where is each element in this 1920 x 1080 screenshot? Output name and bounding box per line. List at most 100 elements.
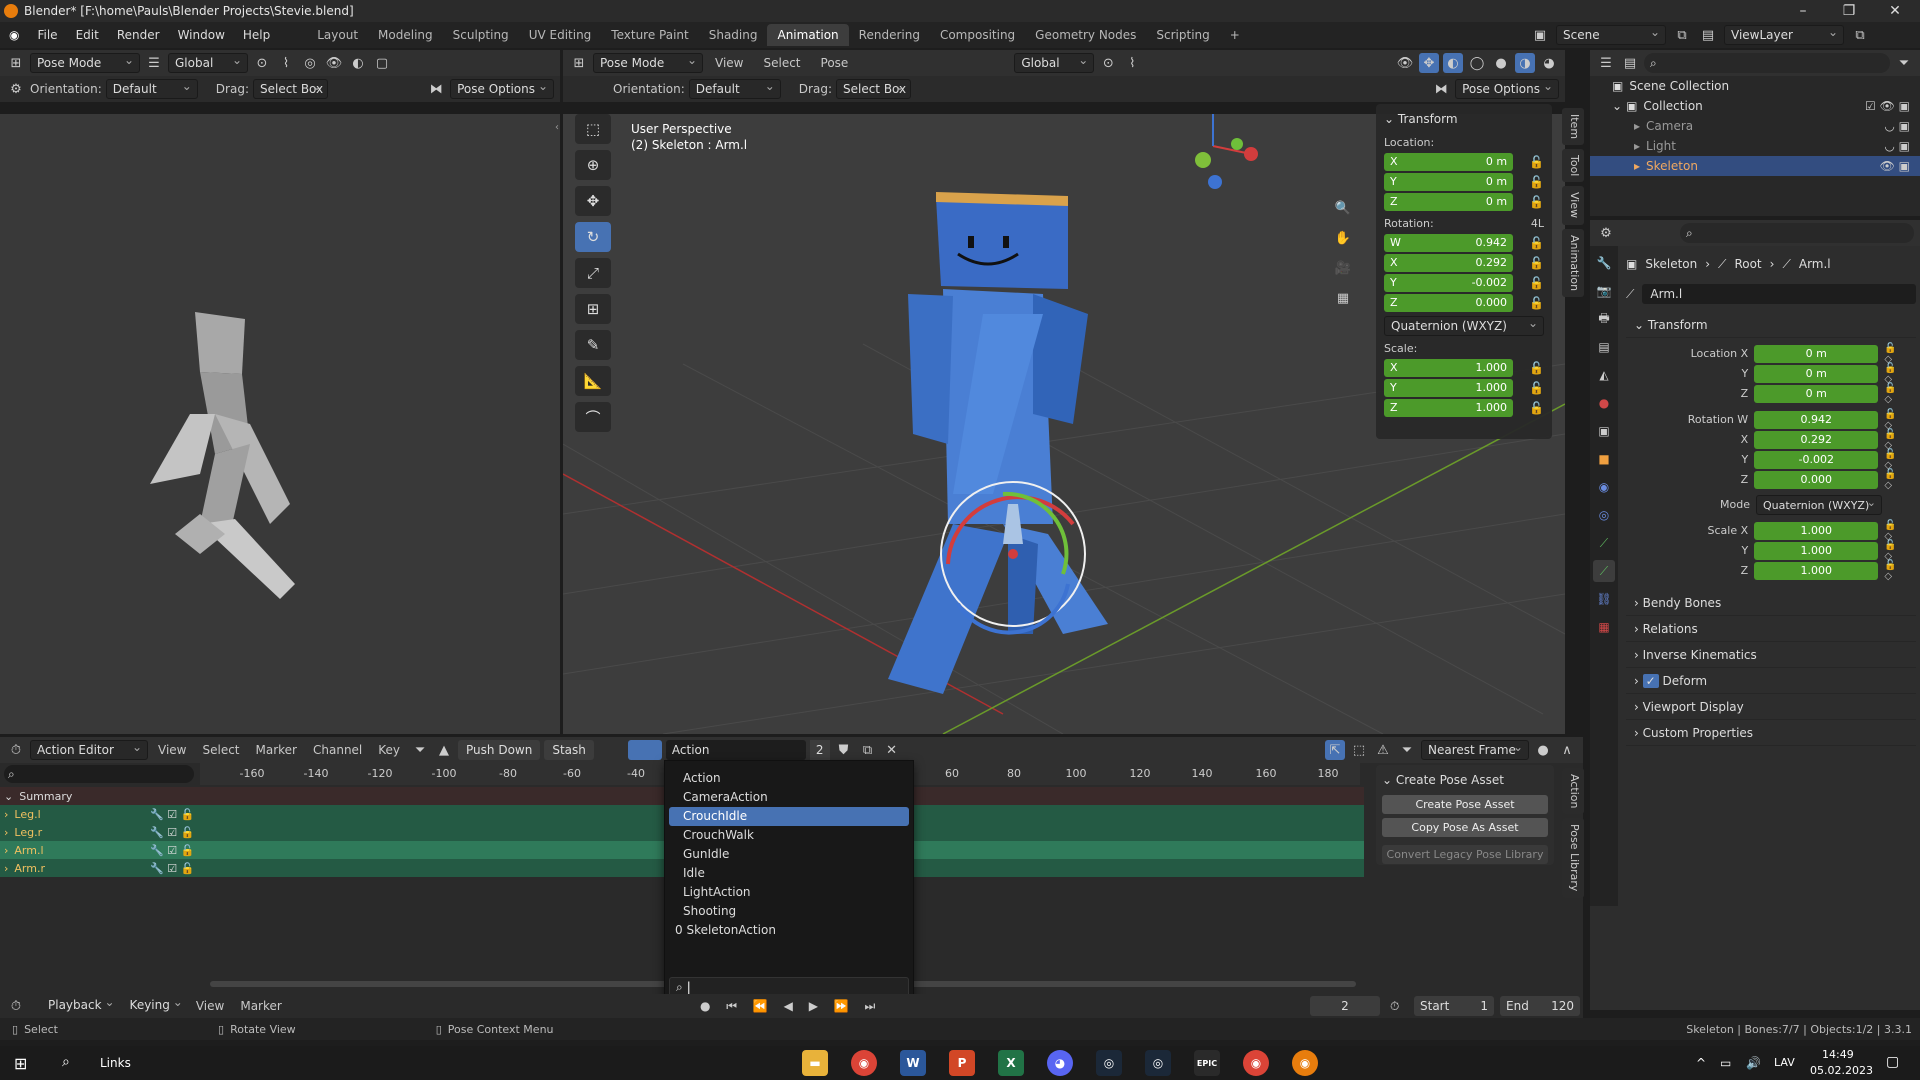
push-down-button[interactable]: Push Down (458, 740, 541, 760)
action-item-crouchwalk[interactable]: CrouchWalk (669, 826, 909, 845)
powerpoint-icon[interactable]: P (949, 1050, 975, 1076)
section-custom-properties[interactable]: › Custom Properties (1626, 720, 1916, 746)
scene-tab-icon[interactable]: ◭ (1593, 364, 1615, 386)
bone-name-field[interactable]: Arm.l (1642, 284, 1916, 304)
action-item-cameraaction[interactable]: CameraAction (669, 788, 909, 807)
ae-menu-channel[interactable]: Channel (307, 743, 368, 757)
viewport-transform-dropdown[interactable]: Global (1014, 51, 1095, 73)
ae-menu-key[interactable]: Key (372, 743, 406, 757)
section-deform[interactable]: › ✓ Deform (1626, 668, 1916, 694)
prop-rotation-x[interactable]: 0.292 (1754, 430, 1879, 449)
left-pose-options[interactable]: Pose Options (450, 77, 554, 99)
ae-menu-select[interactable]: Select (196, 743, 245, 757)
outliner-item-light[interactable]: ▸ Light ◡ ▣ (1590, 136, 1920, 156)
snap-icon[interactable]: ⌇ (276, 53, 296, 73)
key-up-icon[interactable]: ▲ (434, 740, 454, 760)
prop-rotation-mode[interactable]: Quaternion (WXYZ) (1756, 493, 1882, 515)
timeline-menu-view[interactable]: View (188, 999, 232, 1013)
new-scene-icon[interactable]: ⧉ (1672, 25, 1692, 45)
prop-rotation-z[interactable]: 0.000 (1754, 470, 1879, 489)
left-drag-dropdown[interactable]: Select Box (252, 77, 328, 99)
output-tab-icon[interactable]: 🖶 (1593, 308, 1615, 330)
chrome-icon[interactable]: ◉ (1243, 1050, 1269, 1076)
network-icon[interactable]: ▭ (1720, 1056, 1731, 1070)
prop-scale-x[interactable]: 1.000 (1754, 521, 1879, 540)
tab-sculpting[interactable]: Sculpting (443, 24, 519, 46)
location-z-field[interactable]: Z0 m (1384, 192, 1514, 211)
editor-type-icon[interactable]: ⏱ (6, 740, 26, 760)
ae-menu-view[interactable]: View (152, 743, 192, 757)
filter-icon[interactable]: ⏷ (410, 740, 430, 760)
steam-icon[interactable]: ◎ (1145, 1050, 1171, 1076)
clock-time[interactable]: 14:49 (1822, 1048, 1854, 1061)
menu-file[interactable]: File (28, 22, 66, 48)
stopwatch-icon[interactable]: ⏱ (1390, 999, 1399, 1014)
object-tab-icon[interactable]: ■ (1593, 448, 1615, 470)
lock-icon[interactable]: 🔓 (1529, 256, 1544, 270)
rotation-y-field[interactable]: Y -0.002 (1384, 273, 1514, 292)
location-y-field[interactable]: Y0 m (1384, 172, 1514, 191)
minimize-icon[interactable]: – (1780, 0, 1826, 22)
deform-checkbox[interactable]: ✓ (1642, 674, 1659, 688)
display-mode-icon[interactable]: ▤ (1620, 53, 1640, 73)
viewport-orientation-dropdown[interactable]: Default (688, 77, 781, 99)
proportional-icon[interactable]: ◎ (300, 53, 320, 73)
tab-layout[interactable]: Layout (307, 24, 368, 46)
view-layer-selector[interactable]: ViewLayer (1724, 23, 1844, 45)
lock-icon[interactable]: 🔓 (1529, 296, 1544, 310)
visibility-icon[interactable]: 👁 (324, 53, 344, 73)
restore-icon[interactable]: ❐ (1826, 0, 1872, 22)
prop-rotation-w[interactable]: 0.942 (1754, 410, 1879, 429)
only-errors-icon[interactable]: ⚠ (1373, 740, 1393, 760)
editor-type-icon[interactable]: ⊞ (569, 53, 589, 73)
cursor-icon[interactable]: ⊕ (575, 150, 611, 180)
world-tab-icon[interactable]: ● (1593, 392, 1615, 414)
lock-icon[interactable]: 🔓 (1529, 175, 1544, 189)
left-mode-dropdown[interactable]: Pose Mode (30, 51, 140, 73)
scale-icon[interactable]: ⤢ (575, 258, 611, 288)
section-bendy-bones[interactable]: › Bendy Bones (1626, 590, 1916, 616)
tray-chevron-icon[interactable]: ^ (1696, 1056, 1706, 1070)
editor-type-icon[interactable]: ⏱ (6, 996, 26, 1016)
camera-icon[interactable]: 🎥 (1333, 258, 1353, 278)
prop-scale-z[interactable]: 1.000 (1754, 561, 1879, 580)
left-viewport[interactable]: ‹ (0, 114, 560, 734)
lock-icon[interactable]: 🔓 (1529, 381, 1544, 395)
ae-menu-marker[interactable]: Marker (250, 743, 303, 757)
prop-location-z[interactable]: 0 m (1754, 384, 1879, 403)
outliner-item-skeleton[interactable]: ▸ Skeleton 👁 ▣ (1590, 156, 1920, 176)
rotation-w-field[interactable]: W 0.942 (1384, 233, 1514, 252)
tab-animation[interactable]: Animation (767, 24, 849, 46)
editor-type-icon[interactable]: ⚙ (1596, 223, 1616, 243)
prop-rotation-y[interactable]: -0.002 (1754, 450, 1879, 469)
tab-rendering[interactable]: Rendering (849, 24, 930, 46)
armature-tab-icon[interactable]: ⟋ (1593, 532, 1615, 554)
end-frame-field[interactable]: End 120 (1500, 996, 1580, 1016)
excel-icon[interactable]: X (998, 1050, 1024, 1076)
lock-icon[interactable]: 🔓 (1529, 195, 1544, 209)
keying-menu[interactable]: Keying (124, 993, 188, 1016)
viewport-mode-dropdown[interactable]: Pose Mode (593, 51, 703, 73)
tab-shading[interactable]: Shading (699, 24, 768, 46)
current-frame-field[interactable]: 2 (1310, 996, 1380, 1016)
scale-z-field[interactable]: Z 1.000 (1384, 398, 1514, 417)
action-editor-mode[interactable]: Action Editor (30, 738, 148, 760)
add-workspace-icon[interactable]: + (1220, 24, 1250, 46)
collection-tab-icon[interactable]: ▣ (1593, 420, 1615, 442)
tab-uv-editing[interactable]: UV Editing (519, 24, 602, 46)
blender-menu-icon[interactable]: ◉ (0, 22, 28, 48)
bone-tab-icon[interactable]: ⟋ (1593, 560, 1615, 582)
zoom-icon[interactable]: 🔍 (1333, 198, 1353, 218)
filter-icon[interactable]: ⏷ (1397, 740, 1417, 760)
xray-icon[interactable]: ▢ (372, 53, 392, 73)
menu-edit[interactable]: Edit (67, 22, 108, 48)
rotation-mode-dropdown[interactable]: Quaternion (WXYZ) (1384, 314, 1544, 336)
tab-modeling[interactable]: Modeling (368, 24, 443, 46)
wireframe-icon[interactable]: ◯ (1467, 53, 1487, 73)
pivot-icon[interactable]: ⊙ (1098, 53, 1118, 73)
volume-icon[interactable]: 🔊 (1746, 1056, 1761, 1070)
action-user-count[interactable]: 2 (809, 740, 830, 760)
rotate-icon[interactable]: ↻ (575, 222, 611, 252)
tab-scripting[interactable]: Scripting (1146, 24, 1219, 46)
tab-action[interactable]: Action (1562, 768, 1584, 815)
